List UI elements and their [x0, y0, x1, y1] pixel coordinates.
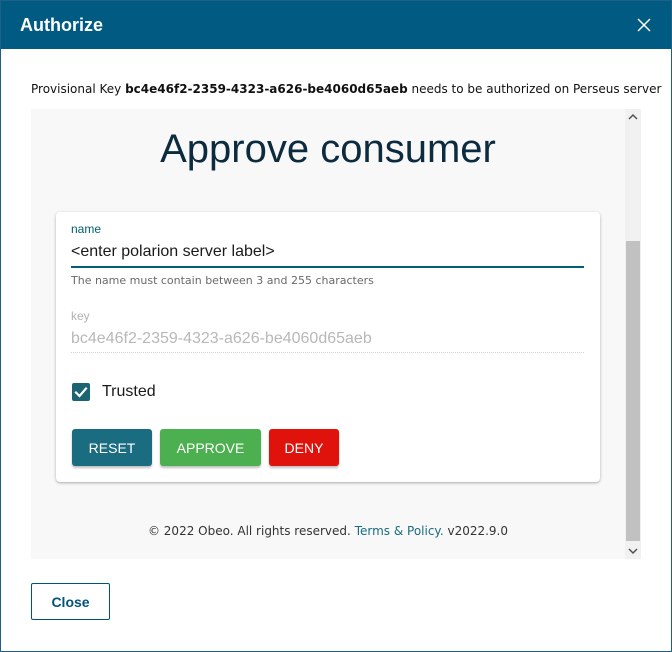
- name-label: name: [71, 222, 102, 236]
- intro-key: bc4e46f2-2359-4323-a626-be4060d65aeb: [125, 82, 408, 96]
- approve-button[interactable]: APPROVE: [160, 429, 261, 466]
- copyright-text: © 2022 Obeo. All rights reserved.: [147, 524, 351, 538]
- scrollbar-thumb[interactable]: [626, 241, 640, 541]
- page-title: Approve consumer: [160, 127, 496, 171]
- dialog-title: Authorize: [20, 15, 103, 35]
- version-text: v2022.9.0: [447, 524, 509, 538]
- footer: © 2022 Obeo. All rights reserved. Terms …: [31, 524, 625, 538]
- intro-message: Provisional Key bc4e46f2-2359-4323-a626-…: [31, 82, 661, 96]
- consumer-frame: Approve consumer name The name must cont…: [31, 109, 641, 559]
- dialog-titlebar: Authorize: [1, 1, 671, 49]
- consumer-form-card: name The name must contain between 3 and…: [56, 212, 600, 482]
- deny-button[interactable]: DENY: [269, 429, 339, 466]
- scrollbar[interactable]: [625, 109, 641, 559]
- check-icon: [74, 386, 88, 398]
- reset-button[interactable]: RESET: [72, 429, 152, 466]
- intro-prefix: Provisional Key: [31, 82, 122, 96]
- authorize-dialog: Authorize Provisional Key bc4e46f2-2359-…: [0, 0, 672, 652]
- key-input: [71, 326, 584, 353]
- trusted-checkbox[interactable]: [72, 383, 90, 401]
- intro-suffix: needs to be authorized on Perseus server: [411, 82, 662, 96]
- terms-link[interactable]: Terms & Policy.: [355, 524, 444, 538]
- key-label: key: [71, 309, 90, 323]
- trusted-label[interactable]: Trusted: [102, 383, 156, 401]
- close-button[interactable]: Close: [31, 583, 110, 620]
- scroll-up-icon[interactable]: [625, 109, 641, 125]
- scroll-down-icon[interactable]: [625, 543, 641, 559]
- close-icon[interactable]: [635, 16, 653, 34]
- name-input[interactable]: [71, 238, 584, 268]
- name-hint: The name must contain between 3 and 255 …: [71, 274, 374, 287]
